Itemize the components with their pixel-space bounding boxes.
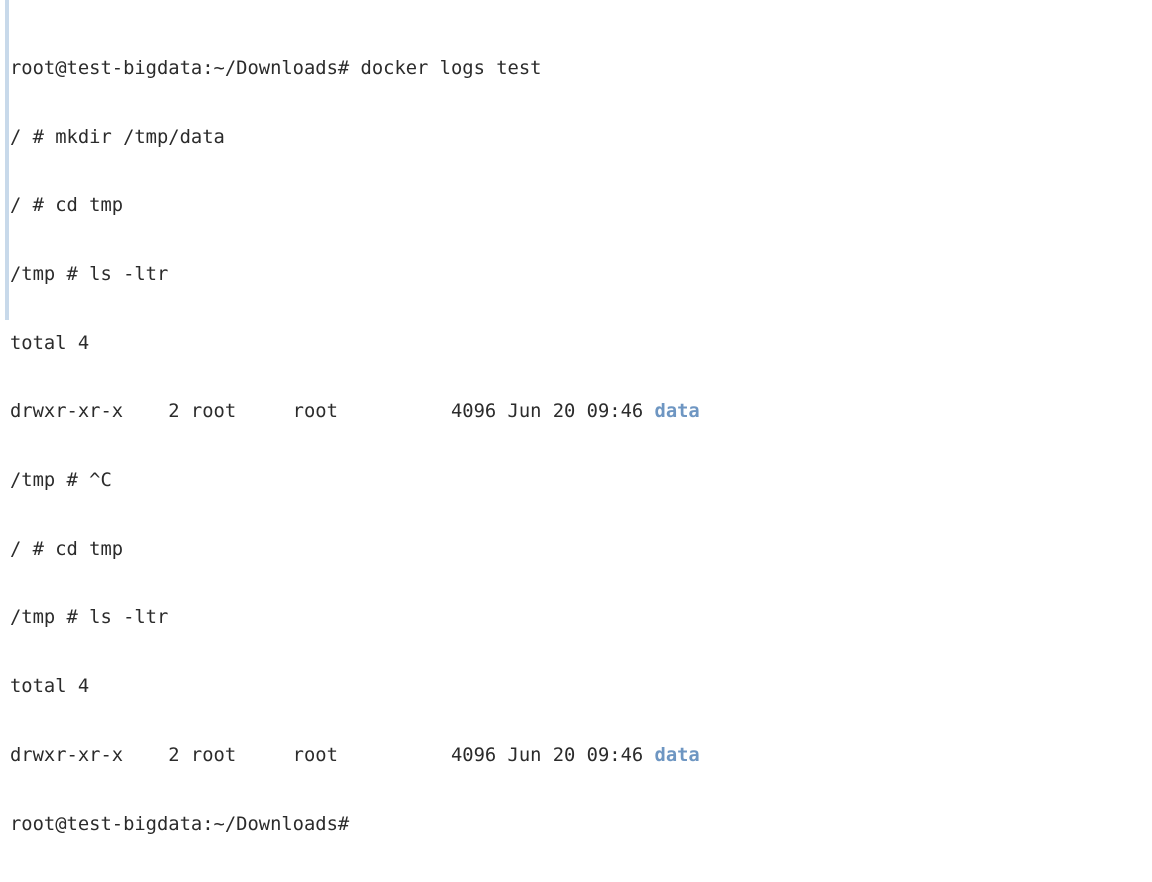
terminal-output[interactable]: root@test-bigdata:~/Downloads# docker lo… [10,12,700,882]
terminal-line-cd-tmp: / # cd tmp [10,195,124,217]
terminal-line-interrupt: /tmp # ^C [10,470,112,492]
terminal-line-listing: drwxr-xr-x 2 root root 4096 Jun 20 09:46… [10,401,700,424]
terminal-line-ls: /tmp # ls -ltr [10,607,169,629]
directory-name: data [654,744,700,766]
terminal-line-prompt: root@test-bigdata:~/Downloads# [10,813,350,835]
terminal-line-cd-tmp: / # cd tmp [10,538,124,560]
terminal-line-total: total 4 [10,676,90,698]
terminal-line-mkdir: / # mkdir /tmp/data [10,126,225,148]
terminal-line-prompt-docker-logs: root@test-bigdata:~/Downloads# docker lo… [10,57,542,79]
listing-details: drwxr-xr-x 2 root root 4096 Jun 20 09:46 [10,401,655,423]
scrollback-marker [5,0,9,320]
terminal-line-total: total 4 [10,332,90,354]
directory-name: data [654,401,700,423]
terminal-line-listing: drwxr-xr-x 2 root root 4096 Jun 20 09:46… [10,745,700,768]
terminal-line-ls: /tmp # ls -ltr [10,263,169,285]
listing-details: drwxr-xr-x 2 root root 4096 Jun 20 09:46 [10,744,655,766]
terminal-window[interactable]: root@test-bigdata:~/Downloads# docker lo… [0,0,1152,835]
